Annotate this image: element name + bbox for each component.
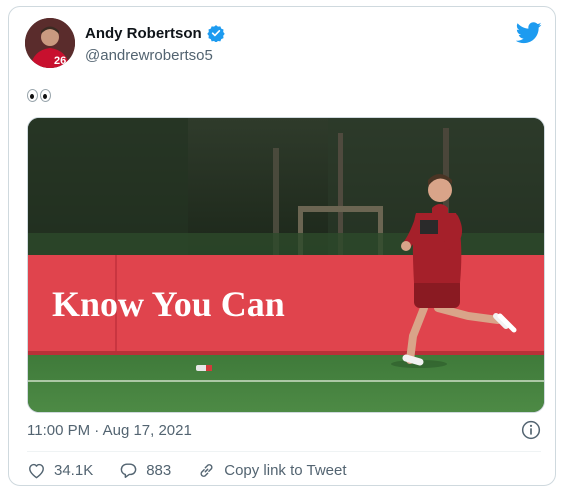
tweet-image[interactable]: Know You Can — [27, 117, 545, 413]
reply-count: 883 — [146, 462, 172, 479]
user-handle[interactable]: @andrewrobertso5 — [85, 47, 213, 64]
like-button[interactable]: 34.1K — [27, 461, 93, 480]
link-icon — [200, 464, 213, 477]
verified-badge-icon — [206, 25, 225, 42]
tweet-actions: 34.1K 883 Copy link to Tweet — [27, 461, 373, 480]
twitter-bird-icon[interactable] — [516, 22, 542, 44]
heart-icon — [29, 463, 44, 479]
copy-link-label: Copy link to Tweet — [224, 462, 347, 479]
tweet-text — [27, 87, 51, 107]
reply-bubble-icon — [120, 463, 137, 478]
eyes-emoji-icon — [27, 89, 51, 102]
banner-text: Know You Can — [52, 284, 285, 324]
reply-button[interactable]: 883 — [119, 461, 171, 480]
copy-link-button[interactable]: Copy link to Tweet — [197, 461, 347, 480]
like-count: 34.1K — [54, 462, 94, 479]
svg-text:26: 26 — [54, 55, 66, 67]
tweet-timestamp[interactable]: 11:00 PM · Aug 17, 2021 — [27, 422, 192, 439]
info-icon[interactable] — [521, 420, 541, 440]
display-name[interactable]: Andy Robertson — [85, 25, 202, 42]
divider — [27, 451, 541, 452]
tweet-card[interactable]: 26 Andy Robertson @andrewrobertso5 Know … — [8, 6, 556, 486]
avatar[interactable]: 26 — [25, 18, 75, 68]
